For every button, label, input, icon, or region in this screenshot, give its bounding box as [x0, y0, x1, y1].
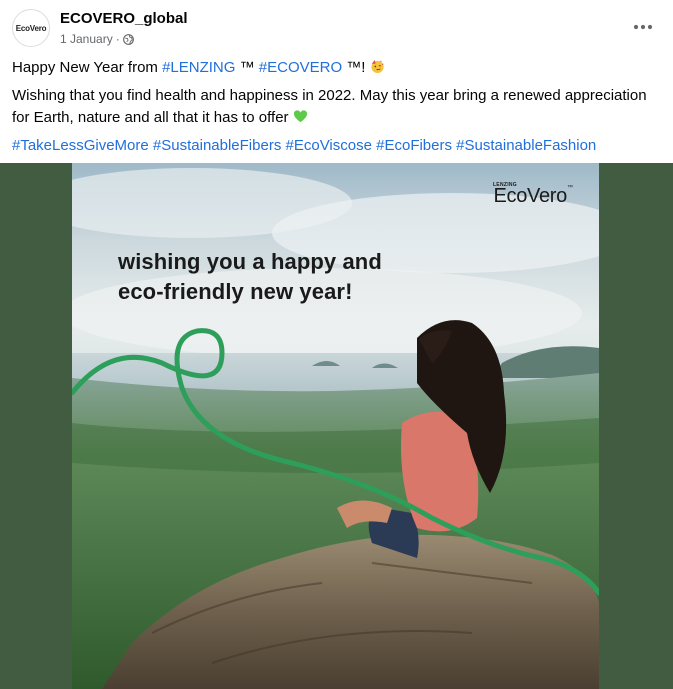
more-horizontal-icon	[633, 17, 653, 35]
hashtag-link[interactable]: #SustainableFibers	[153, 137, 281, 154]
ecovero-wordmark: EcoVero	[493, 185, 567, 207]
hashtag-row: #TakeLessGiveMore #SustainableFibers #Ec…	[12, 135, 660, 157]
hashtag-link[interactable]: #TakeLessGiveMore	[12, 137, 149, 154]
post-photo[interactable]: LENZING EcoVero™ wishing you a happy and…	[72, 163, 599, 689]
headline-line-2: eco-friendly new year!	[118, 279, 353, 304]
post-date-link[interactable]: 1 January	[60, 32, 113, 46]
meta-separator: ·	[115, 32, 120, 46]
avatar[interactable]: EcoVero	[12, 9, 50, 47]
facebook-post: EcoVero ECOVERO_global 1 January · Happy…	[0, 0, 673, 689]
ecovero-logo: LENZING EcoVero™	[492, 182, 573, 208]
post-image-container[interactable]: LENZING EcoVero™ wishing you a happy and…	[0, 163, 673, 689]
photo-illustration	[72, 163, 599, 689]
globe-icon	[122, 33, 134, 45]
post-text-line-1: Happy New Year from #LENZING ™ #ECOVERO …	[12, 57, 660, 79]
hashtag-lenzing-link[interactable]: #LENZING	[162, 59, 235, 76]
hashtag-ecovero-link[interactable]: #ECOVERO	[259, 59, 342, 76]
post-header: EcoVero ECOVERO_global 1 January ·	[0, 0, 673, 56]
lenzing-mark: LENZING	[492, 182, 517, 188]
hashtag-link[interactable]: #SustainableFashion	[456, 137, 596, 154]
trademark-mark: ™	[567, 185, 573, 191]
green-heart-emoji-icon	[293, 109, 308, 124]
avatar-logo-text: EcoVero	[15, 23, 47, 33]
hashtag-link[interactable]: #EcoViscose	[286, 137, 372, 154]
image-headline: wishing you a happy and eco-friendly new…	[118, 247, 382, 307]
post-body-text: Happy New Year from #LENZING ™ #ECOVERO …	[12, 57, 660, 163]
partying-face-emoji-icon	[370, 59, 385, 74]
page-name-link[interactable]: ECOVERO_global	[60, 10, 188, 27]
post-text-line-2: Wishing that you find health and happine…	[12, 87, 647, 126]
headline-line-1: wishing you a happy and	[118, 249, 382, 274]
hashtag-link[interactable]: #EcoFibers	[376, 137, 452, 154]
more-options-button[interactable]	[629, 12, 657, 40]
post-meta: 1 January ·	[60, 32, 134, 46]
